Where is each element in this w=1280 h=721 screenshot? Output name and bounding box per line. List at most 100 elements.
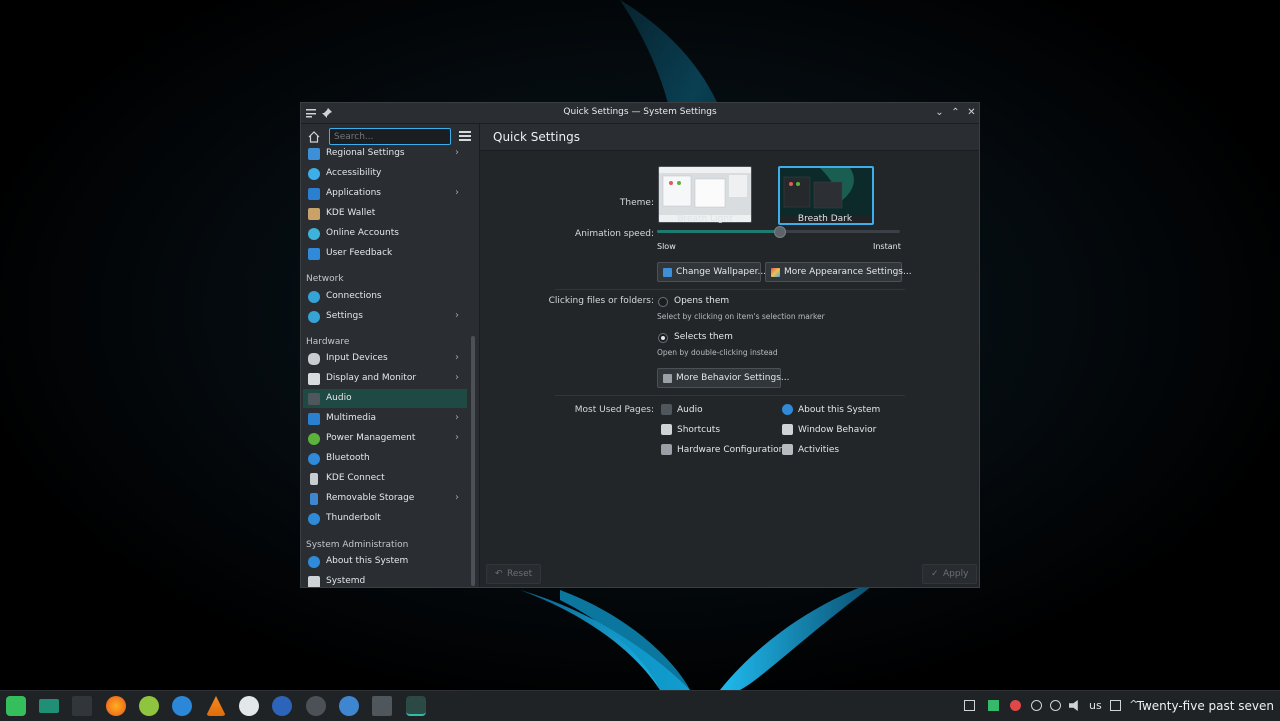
phone-icon: [310, 473, 318, 485]
wallpaper-icon: [663, 268, 672, 277]
more-behavior-settings-button[interactable]: More Behavior Settings...: [657, 368, 790, 388]
speaker-icon: [661, 404, 672, 415]
clock[interactable]: Twenty-five past seven: [1137, 699, 1274, 713]
display-icon[interactable]: [1110, 700, 1121, 711]
selects-them-label[interactable]: Selects them: [674, 332, 733, 342]
opens-them-label[interactable]: Opens them: [674, 296, 729, 306]
thunderbolt-icon: [308, 513, 320, 525]
network-icon[interactable]: [339, 696, 359, 716]
audacity-icon[interactable]: [239, 696, 259, 716]
sidebar-item-accessibility[interactable]: Accessibility: [303, 164, 467, 183]
sidebar-item-bluetooth[interactable]: Bluetooth: [303, 449, 467, 468]
most-used-window-behavior[interactable]: Window Behavior: [798, 425, 876, 435]
sidebar-item-removable-storage[interactable]: Removable Storage ›: [303, 489, 467, 508]
speaker-icon: [308, 393, 320, 405]
volume-icon[interactable]: [1069, 700, 1078, 711]
sidebar-scrollbar[interactable]: [471, 336, 475, 586]
sidebar-item-regional-settings[interactable]: Regional Settings ›: [303, 144, 467, 163]
chevron-right-icon: ›: [455, 147, 459, 158]
software-center-icon[interactable]: [139, 696, 159, 716]
sidebar-item-thunderbolt[interactable]: Thunderbolt: [303, 509, 467, 528]
sidebar-item-kde-wallet[interactable]: KDE Wallet: [303, 204, 467, 223]
most-used-audio[interactable]: Audio: [677, 405, 703, 415]
sidebar-item-audio[interactable]: Audio: [303, 389, 467, 408]
search-input[interactable]: [329, 128, 451, 145]
window-titlebar[interactable]: Quick Settings — System Settings ⌄ ⌃ ✕: [301, 103, 979, 124]
power-status-icon[interactable]: [1031, 700, 1042, 711]
clipboard-icon[interactable]: [964, 700, 975, 711]
maximize-button[interactable]: ⌃: [949, 106, 962, 119]
globe-icon: [308, 291, 320, 303]
wallet-icon: [308, 208, 320, 220]
most-used-about-this-system[interactable]: About this System: [798, 405, 880, 415]
sidebar-item-multimedia[interactable]: Multimedia ›: [303, 409, 467, 428]
chevron-right-icon: ›: [455, 372, 459, 383]
app-launcher-icon[interactable]: [6, 696, 26, 716]
chevron-right-icon: ›: [455, 412, 459, 423]
sidebar-item-user-feedback[interactable]: User Feedback: [303, 244, 467, 263]
sidebar-item-connections[interactable]: Connections: [303, 287, 467, 306]
sidebar-item-systemd[interactable]: Systemd: [303, 572, 467, 587]
hamburger-menu-icon[interactable]: [459, 131, 471, 143]
slider-fill: [657, 230, 779, 233]
separator: [555, 289, 905, 290]
taskbar: us ^ Twenty-five past seven: [0, 690, 1280, 721]
file-manager-icon[interactable]: [39, 699, 59, 713]
sidebar-item-input-devices[interactable]: Input Devices ›: [303, 349, 467, 368]
sidebar-item-power-management[interactable]: Power Management ›: [303, 429, 467, 448]
kdeconnect-icon[interactable]: [172, 696, 192, 716]
sidebar-item-online-accounts[interactable]: Online Accounts: [303, 224, 467, 243]
selects-them-radio[interactable]: [658, 333, 668, 343]
system-settings-window: Quick Settings — System Settings ⌄ ⌃ ✕ R…: [300, 102, 980, 588]
archive-icon[interactable]: [372, 696, 392, 716]
most-used-hardware-configuration[interactable]: Hardware Configuration: [677, 445, 784, 455]
updates-icon[interactable]: [988, 700, 999, 711]
chevron-right-icon: ›: [455, 492, 459, 503]
sidebar-item-network-settings[interactable]: Settings ›: [303, 307, 467, 326]
online-accounts-icon: [308, 228, 320, 240]
firefox-icon[interactable]: [106, 696, 126, 716]
headphones-icon[interactable]: [272, 696, 292, 716]
sidebar-item-applications[interactable]: Applications ›: [303, 184, 467, 203]
most-used-shortcuts[interactable]: Shortcuts: [677, 425, 720, 435]
sidebar-item-display-and-monitor[interactable]: Display and Monitor ›: [303, 369, 467, 388]
slider-min-label: Slow: [657, 242, 676, 251]
keyboard-layout-indicator[interactable]: us: [1089, 699, 1102, 712]
page-header: Quick Settings: [480, 124, 979, 151]
window-title: Quick Settings — System Settings: [563, 107, 717, 117]
minimize-button[interactable]: ⌄: [933, 106, 946, 119]
slider-handle[interactable]: [773, 226, 786, 238]
sidebar-item-kde-connect[interactable]: KDE Connect: [303, 469, 467, 488]
applications-icon: [308, 188, 320, 200]
close-button[interactable]: ✕: [965, 106, 978, 119]
most-used-activities[interactable]: Activities: [798, 445, 839, 455]
category-network: Network: [306, 274, 344, 284]
obs-icon[interactable]: [306, 696, 326, 716]
window-icon: [782, 424, 793, 435]
appearance-icon: [771, 268, 780, 277]
power-icon: [308, 433, 320, 445]
info-icon: [782, 404, 793, 415]
notification-icon[interactable]: [1010, 700, 1021, 711]
terminal-icon[interactable]: [72, 696, 92, 716]
media-pause-icon[interactable]: [1050, 700, 1061, 711]
most-used-pages-label: Most Used Pages:: [574, 405, 654, 415]
opens-them-hint: Select by clicking on item's selection m…: [657, 312, 825, 321]
more-appearance-settings-button[interactable]: More Appearance Settings...: [765, 262, 912, 282]
undo-icon: ↶: [495, 569, 503, 579]
home-icon[interactable]: [307, 130, 321, 144]
apply-button[interactable]: ✓ Apply: [922, 564, 978, 584]
animation-speed-slider[interactable]: [657, 226, 900, 238]
hardware-icon: [661, 444, 672, 455]
change-wallpaper-button[interactable]: Change Wallpaper...: [657, 262, 766, 282]
theme-label: Theme:: [619, 198, 654, 208]
check-icon: ✓: [931, 569, 939, 579]
vlc-icon[interactable]: [206, 696, 226, 716]
system-settings-task[interactable]: [406, 696, 426, 716]
separator: [555, 395, 905, 396]
sidebar-item-about-this-system[interactable]: About this System: [303, 552, 467, 571]
reset-button[interactable]: ↶ Reset: [486, 564, 542, 584]
category-system-administration: System Administration: [306, 540, 409, 550]
behavior-icon: [663, 374, 672, 383]
opens-them-radio[interactable]: [658, 297, 668, 307]
